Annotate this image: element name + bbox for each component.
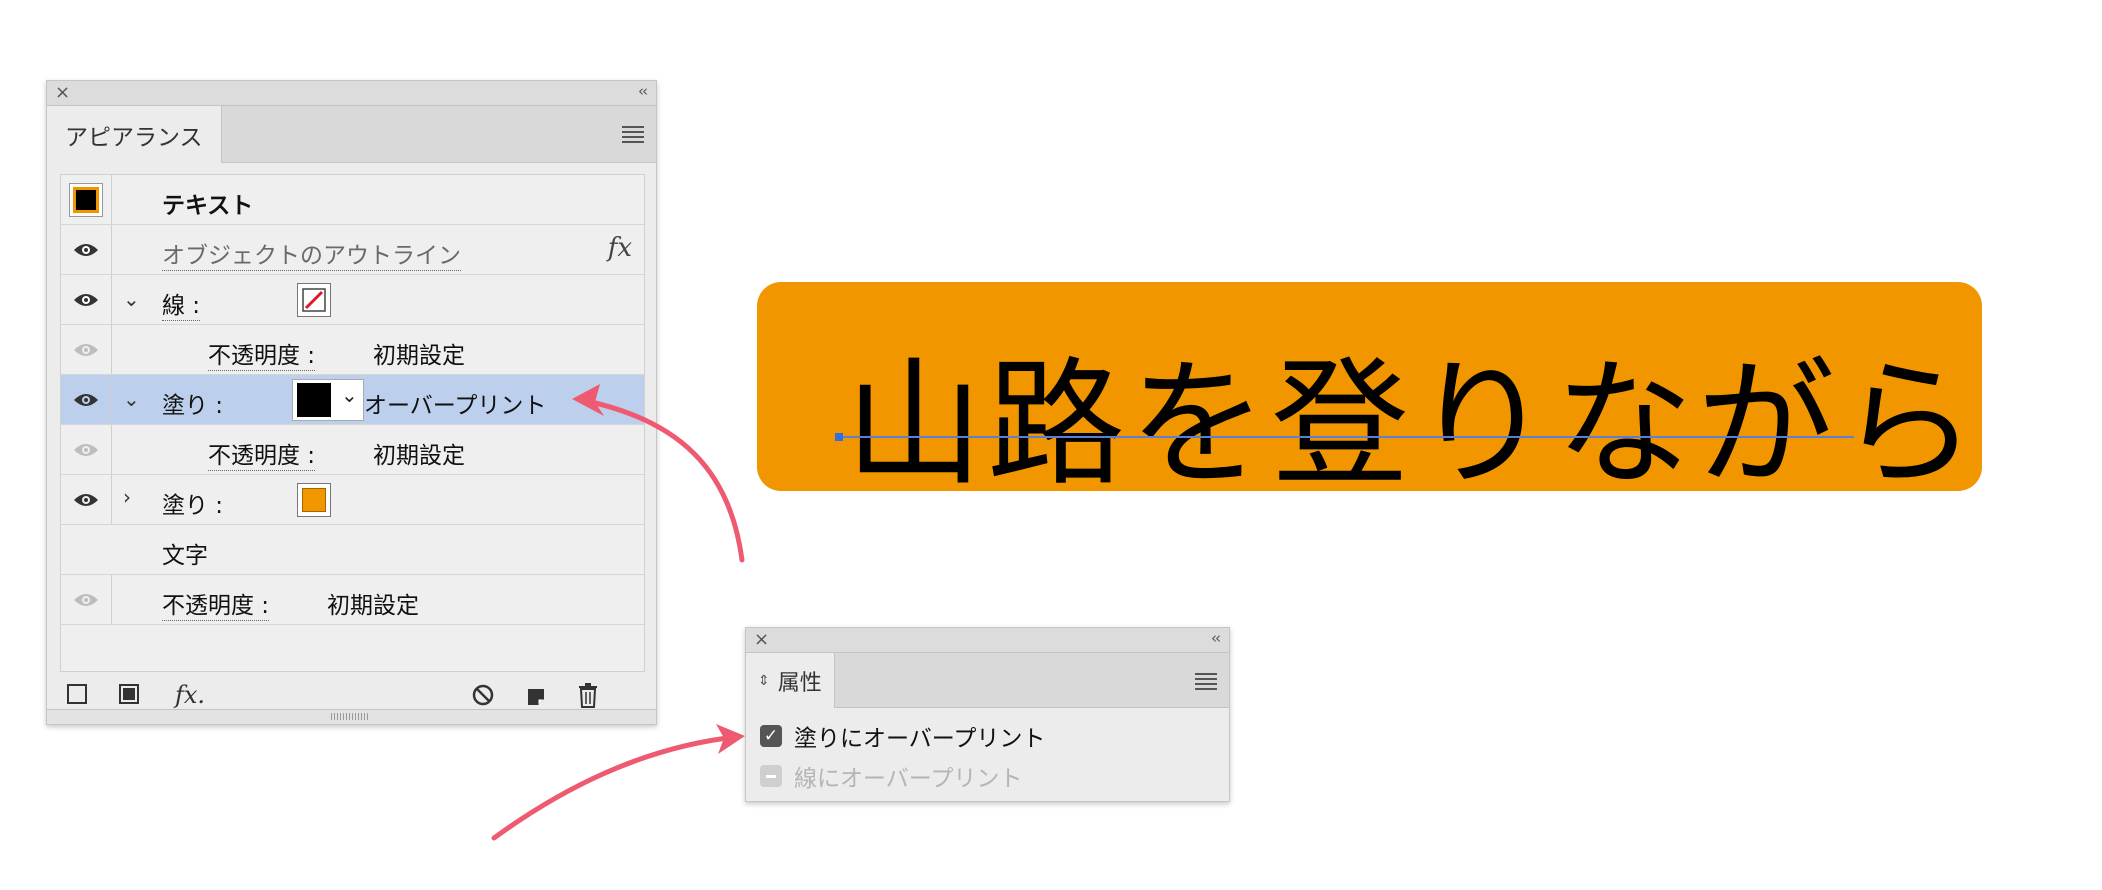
arrow-to-checkbox — [491, 734, 738, 841]
arrow-to-fill-row — [579, 397, 745, 563]
annotation-arrows — [491, 384, 745, 841]
arrow-head-fill-row — [572, 384, 604, 416]
